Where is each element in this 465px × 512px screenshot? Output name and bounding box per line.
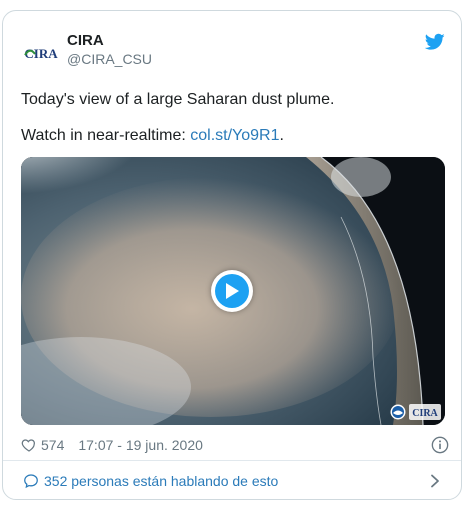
like-count[interactable]: 574 (41, 437, 64, 453)
tweet-card[interactable]: CIRA CIRA @CIRA_CSU Today's view of a la… (2, 10, 462, 500)
info-icon[interactable] (431, 436, 449, 454)
media-corner-logos: CIRA (390, 403, 441, 421)
conversation-text[interactable]: 352 personas están hablando de esto (44, 473, 278, 490)
play-icon (226, 283, 239, 299)
tweet-line-1: Today's view of a large Saharan dust plu… (21, 91, 335, 108)
play-button[interactable] (211, 270, 253, 312)
twitter-bird-icon[interactable] (425, 33, 445, 51)
chevron-right-icon (431, 474, 439, 488)
avatar[interactable]: CIRA (21, 33, 61, 73)
tweet-link[interactable]: col.st/Yo9R1 (190, 127, 279, 144)
tweet-line-2-prefix: Watch in near-realtime: (21, 127, 191, 144)
tweet-line-2: Watch in near-realtime: col.st/Yo9R1. (21, 126, 445, 146)
tweet-text: Today's view of a large Saharan dust plu… (21, 90, 445, 146)
cira-logo-icon: CIRA (21, 33, 61, 73)
heart-icon[interactable] (21, 437, 37, 453)
svg-text:CIRA: CIRA (24, 46, 58, 61)
tweet-timestamp[interactable]: 17:07 - 19 jun. 2020 (78, 437, 203, 453)
author-handle[interactable]: @CIRA_CSU (67, 50, 152, 68)
video-thumbnail[interactable]: CIRA (21, 157, 445, 425)
tweet-meta: 574 17:07 - 19 jun. 2020 (21, 435, 449, 455)
author-names: CIRA @CIRA_CSU (67, 31, 152, 68)
play-button-inner (215, 274, 249, 308)
cira-small-logo-icon: CIRA (409, 404, 441, 420)
tweet-header: CIRA CIRA @CIRA_CSU (21, 31, 445, 75)
speech-bubble-icon (24, 474, 38, 489)
tweet-body: CIRA CIRA @CIRA_CSU Today's view of a la… (3, 11, 461, 460)
noaa-logo-icon (390, 404, 406, 420)
tweet-line-2-suffix: . (279, 127, 284, 144)
conversation-link[interactable]: 352 personas están hablando de esto (3, 461, 461, 499)
author-display-name[interactable]: CIRA (67, 31, 152, 50)
svg-text:CIRA: CIRA (412, 408, 438, 419)
